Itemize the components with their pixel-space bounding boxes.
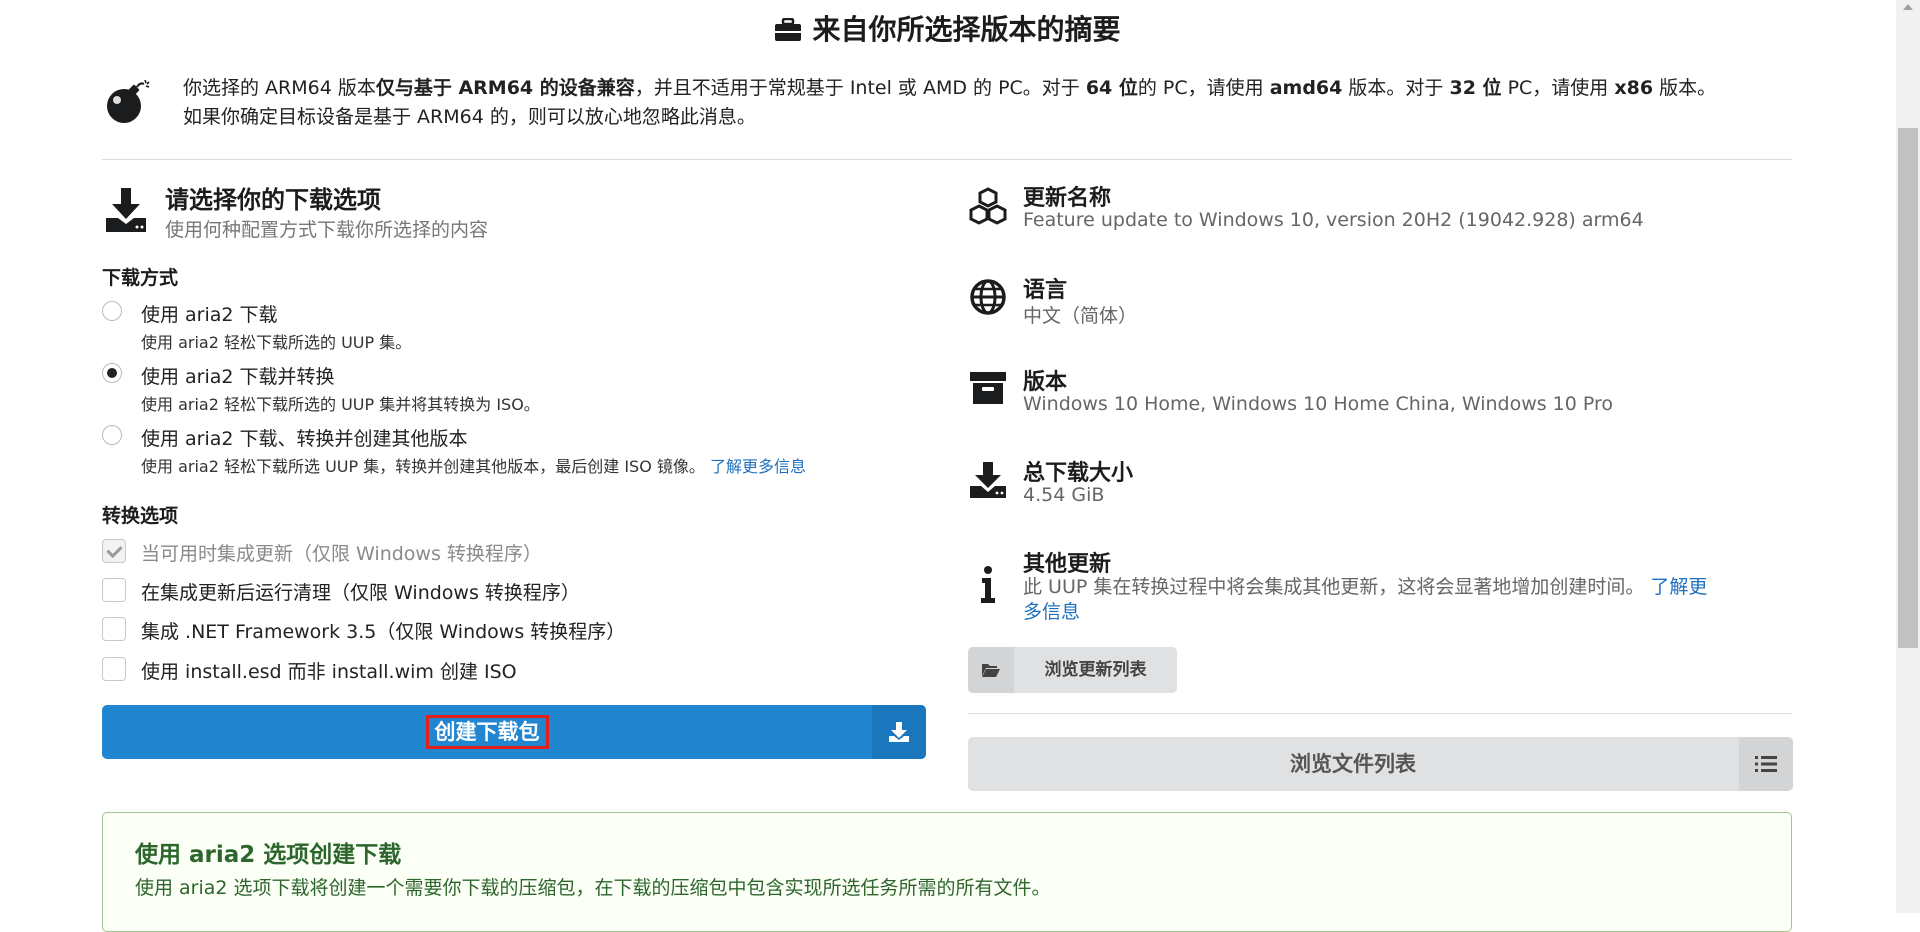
option-desc: 使用 aria2 轻松下载所选的 UUP 集并将其转换为 ISO。: [141, 395, 540, 414]
divider: [968, 713, 1792, 714]
learn-more-link[interactable]: 了解更: [1650, 576, 1707, 598]
briefcase-icon: [775, 17, 802, 41]
message-title: 使用 aria2 选项创建下载: [135, 842, 402, 868]
divider: [102, 159, 1792, 160]
download-icon: [872, 705, 926, 759]
download-method-label: 下载方式: [102, 267, 179, 289]
warning-segment: 版本。对于: [1342, 77, 1450, 99]
size-title: 总下载大小: [1023, 461, 1134, 486]
checkbox-label[interactable]: 在集成更新后运行清理（仅限 Windows 转换程序）: [141, 578, 580, 605]
option-desc: 使用 aria2 轻松下载所选 UUP 集，转换并创建其他版本，最后创建 ISO…: [141, 453, 806, 477]
scrollbar-thumb[interactable]: [1898, 128, 1918, 648]
checkbox-integrate-netfx[interactable]: [102, 617, 126, 641]
browse-files-button[interactable]: 浏览文件列表: [968, 737, 1793, 791]
download-icon: [968, 460, 1008, 500]
option-desc: 使用 aria2 轻松下载所选的 UUP 集。: [141, 333, 412, 352]
checkbox-integrate-updates[interactable]: [102, 539, 126, 563]
language-title: 语言: [1023, 278, 1068, 303]
warning-segment: 版本。: [1653, 77, 1717, 99]
radio-aria2-download-convert-create[interactable]: [102, 425, 122, 445]
checkbox-run-cleanup[interactable]: [102, 578, 126, 602]
option-label[interactable]: 使用 aria2 下载、转换并创建其他版本: [141, 424, 468, 451]
folder-open-icon: [968, 647, 1014, 693]
aria2-info-message: 使用 aria2 选项创建下载 使用 aria2 选项下载将创建一个需要你下载的…: [102, 812, 1792, 932]
browse-files-label[interactable]: 浏览文件列表: [968, 737, 1738, 791]
download-options-subtitle: 使用何种配置方式下载你所选择的内容: [165, 219, 489, 241]
checkbox-use-esd[interactable]: [102, 657, 126, 681]
size-value: 4.54 GiB: [1023, 484, 1105, 506]
page-title-text: 来自你所选择版本的摘要: [812, 13, 1121, 46]
scroll-up-arrow-icon[interactable]: [1903, 4, 1913, 10]
warning-segment: x86: [1614, 77, 1654, 99]
globe-icon: [968, 277, 1008, 317]
checkbox-label[interactable]: 使用 install.esd 而非 install.wim 创建 ISO: [141, 657, 517, 684]
option-desc-text: 使用 aria2 轻松下载所选 UUP 集，转换并创建其他版本，最后创建 ISO…: [141, 457, 705, 476]
info-icon: [968, 565, 1008, 605]
language-value: 中文（简体）: [1023, 305, 1138, 327]
warning-line-2: 如果你确定目标设备是基于 ARM64 的，则可以放心地忽略此消息。: [183, 106, 756, 128]
warning-segment: 32 位: [1449, 77, 1502, 99]
download-tray-icon: [104, 186, 148, 234]
page-title: 来自你所选择版本的摘要: [0, 8, 1895, 48]
list-icon: [1739, 737, 1793, 791]
additional-updates-desc: 此 UUP 集在转换过程中将会集成其他更新，这将会显著地增加创建时间。: [1023, 576, 1645, 598]
browse-updates-label[interactable]: 浏览更新列表: [1014, 647, 1177, 693]
additional-updates-title: 其他更新: [1023, 552, 1112, 577]
warning-line-1: 你选择的 ARM64 版本仅与基于 ARM64 的设备兼容，并且不适用于常规基于…: [183, 74, 1783, 103]
update-name-value: Feature update to Windows 10, version 20…: [1023, 209, 1644, 231]
learn-more-link[interactable]: 了解更多信息: [710, 457, 806, 476]
warning-segment: amd64: [1269, 77, 1343, 99]
download-options-title: 请选择你的下载选项: [165, 186, 381, 214]
option-label[interactable]: 使用 aria2 下载: [141, 300, 278, 327]
warning-segment: ，并且不适用于常规基于 Intel 或 AMD 的 PC。对于: [634, 77, 1086, 99]
warning-segment: 的 PC，请使用: [1137, 77, 1270, 99]
additional-updates-text: 此 UUP 集在转换过程中将会集成其他更新，这将会显著地增加创建时间。 了解更 …: [1023, 575, 1783, 625]
radio-aria2-download[interactable]: [102, 301, 122, 321]
cubes-icon: [968, 186, 1008, 226]
archive-icon: [968, 368, 1008, 408]
browse-updates-button[interactable]: 浏览更新列表: [968, 647, 1177, 693]
warning-segment: 64 位: [1085, 77, 1138, 99]
warning-segment: 你选择的 ARM64 版本: [183, 77, 376, 99]
scrollbar[interactable]: [1896, 0, 1920, 913]
conversion-options-label: 转换选项: [102, 505, 179, 527]
warning-segment: 仅与基于 ARM64 的设备兼容: [375, 77, 635, 99]
edition-title: 版本: [1023, 370, 1068, 395]
update-name-title: 更新名称: [1023, 186, 1112, 211]
bomb-icon: [104, 78, 152, 130]
learn-more-link-cont[interactable]: 多信息: [1023, 601, 1080, 623]
radio-aria2-download-convert[interactable]: [102, 363, 122, 383]
message-text: 使用 aria2 选项下载将创建一个需要你下载的压缩包，在下载的压缩包中包含实现…: [135, 877, 1051, 899]
checkbox-label[interactable]: 集成 .NET Framework 3.5（仅限 Windows 转换程序）: [141, 617, 625, 644]
create-download-package-button[interactable]: 创建下载包: [102, 705, 926, 759]
option-label[interactable]: 使用 aria2 下载并转换: [141, 362, 335, 389]
checkbox-label[interactable]: 当可用时集成更新（仅限 Windows 转换程序）: [141, 539, 542, 566]
create-button-label[interactable]: 创建下载包: [425, 715, 549, 749]
arm64-warning: 你选择的 ARM64 版本仅与基于 ARM64 的设备兼容，并且不适用于常规基于…: [183, 74, 1783, 132]
warning-segment: PC，请使用: [1501, 77, 1615, 99]
edition-value: Windows 10 Home, Windows 10 Home China, …: [1023, 393, 1614, 415]
